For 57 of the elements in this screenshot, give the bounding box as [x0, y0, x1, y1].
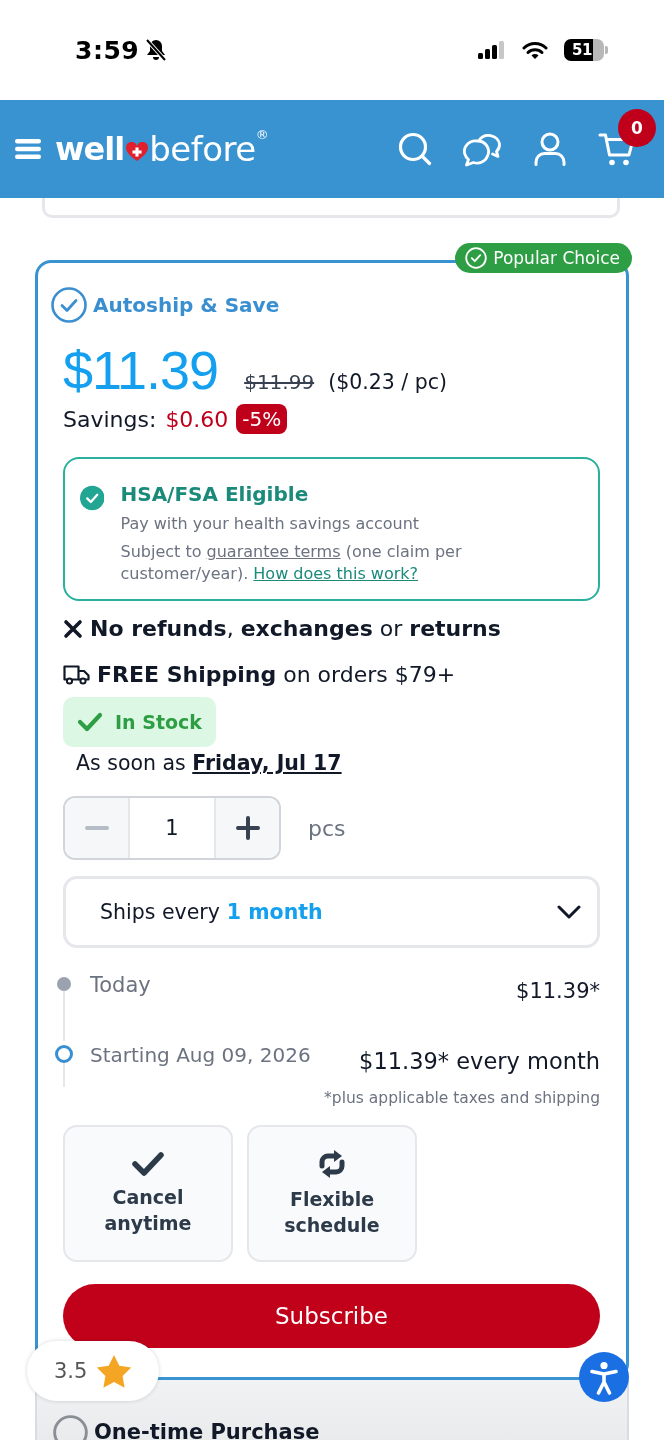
quantity-unit: pcs	[308, 815, 346, 841]
wifi-icon	[522, 40, 548, 60]
check-circle-icon	[465, 247, 488, 269]
stock-label: In Stock	[115, 711, 202, 734]
terms-text: Subject to guarantee terms (one claim per customer/year). How does this work?	[120, 541, 463, 586]
delivery-text: As soon as Friday, Jul 17	[76, 751, 343, 776]
schedule-price: $11.39*	[516, 978, 600, 1006]
option-title: One-time Purchase	[94, 1419, 320, 1440]
logo-link[interactable]: well before®	[55, 129, 269, 169]
hsa-title: HSA/FSA Eligible	[120, 481, 310, 508]
quantity-field[interactable]: 1	[128, 798, 216, 859]
unit-price: ($0.23 / pc)	[328, 370, 448, 394]
help-link[interactable]: How does this work?	[253, 564, 419, 584]
timeline-dot	[57, 977, 71, 992]
status-time: 3:59	[75, 35, 140, 65]
schedule-label: Today	[90, 972, 151, 1000]
minus-icon	[84, 826, 109, 831]
signal-icon	[478, 41, 506, 59]
subscribe-button[interactable]: Subscribe	[63, 1284, 600, 1349]
schedule-price: $11.39* every month	[359, 1047, 600, 1076]
cart-count-badge: 0	[618, 109, 656, 147]
savings-amount: $0.60	[165, 406, 229, 432]
increase-button[interactable]	[216, 798, 279, 859]
plus-icon	[235, 816, 260, 841]
battery-indicator: 51	[564, 39, 608, 61]
schedule-label: Starting Aug 09, 2026	[90, 1042, 311, 1070]
menu-icon[interactable]	[15, 139, 41, 159]
radio-icon[interactable]	[53, 1415, 88, 1440]
check-icon	[77, 712, 103, 733]
terms-link[interactable]: guarantee terms	[206, 542, 341, 562]
savings-label: Savings:	[63, 406, 157, 432]
chat-bubbles-icon[interactable]	[463, 131, 502, 167]
footnote: *plus applicable taxes and shipping	[323, 1088, 600, 1110]
discount-badge: -5%	[236, 404, 288, 435]
radio-icon[interactable]	[51, 287, 87, 323]
search-icon[interactable]	[398, 132, 432, 166]
hsa-description: Pay with your health savings account	[120, 513, 421, 536]
timeline-ring	[55, 1045, 73, 1064]
benefit-label: Cancel anytime	[103, 1184, 193, 1236]
original-price: $11.99	[244, 370, 315, 394]
popular-choice-label: Popular Choice	[493, 248, 620, 268]
shipping-text: FREE Shipping on orders $79+	[97, 662, 456, 688]
policy-text: No refunds, exchanges or returns	[90, 616, 501, 642]
price: $11.39	[63, 341, 219, 401]
frequency-select[interactable]: Ships every 1 month	[63, 876, 600, 949]
truck-icon	[63, 664, 90, 686]
x-icon	[63, 618, 83, 639]
option-title: Autoship & Save	[93, 293, 280, 317]
rating-button[interactable]: 3.5	[27, 1341, 159, 1401]
user-icon[interactable]	[533, 132, 567, 166]
chevron-down-icon	[557, 905, 581, 920]
accessibility-icon[interactable]	[579, 1352, 629, 1402]
bell-slash-icon	[145, 38, 168, 62]
star-icon	[96, 1354, 133, 1388]
heart-icon	[126, 142, 149, 162]
benefit-label: Flexible schedule	[283, 1186, 381, 1238]
check-icon	[132, 1151, 164, 1176]
